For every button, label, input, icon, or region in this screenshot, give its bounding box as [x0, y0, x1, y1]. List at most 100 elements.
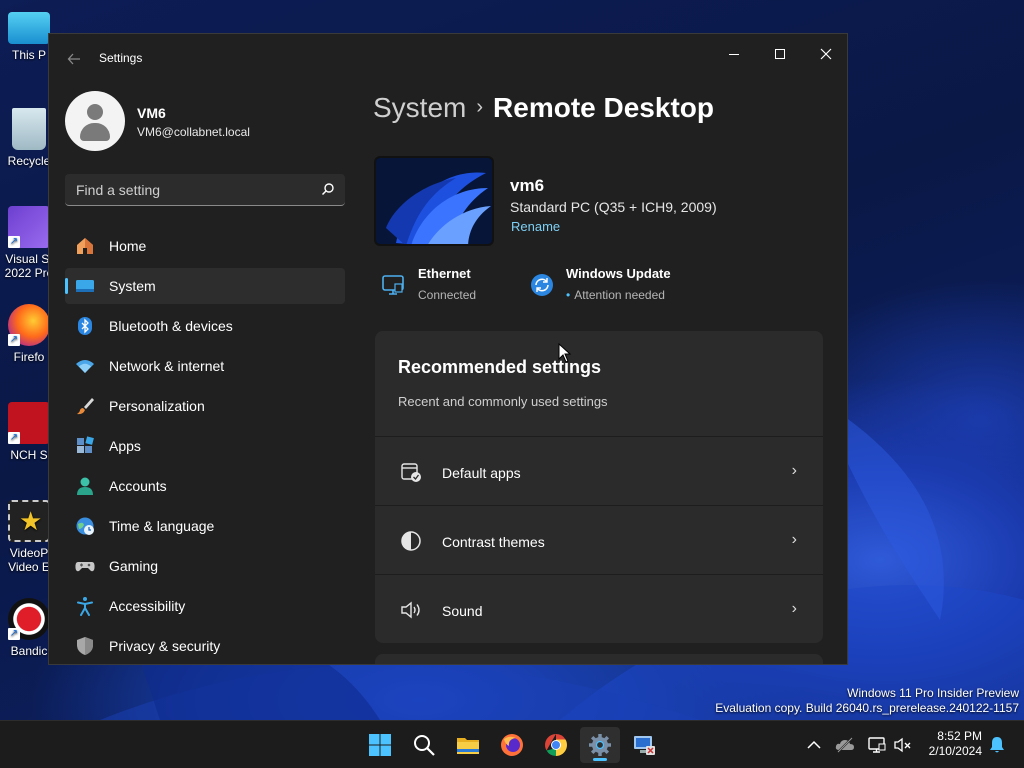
clock-time: 8:52 PM [937, 729, 982, 743]
search-input[interactable]: Find a setting [65, 174, 345, 206]
nch-icon: ↗ [8, 402, 50, 444]
sidebar-item-label: Gaming [109, 558, 159, 574]
sound-row[interactable]: Sound › [375, 574, 823, 642]
device-spec: Standard PC (Q35 + ICH9, 2009) [510, 199, 717, 215]
breadcrumb-parent[interactable]: System [373, 92, 466, 123]
back-button[interactable] [63, 48, 85, 70]
avatar-head-shape [87, 104, 103, 120]
sidebar-item-label: Accessibility [109, 598, 186, 614]
shortcut-arrow-icon: ↗ [8, 628, 20, 640]
default-apps-icon [401, 463, 421, 482]
chevron-right-icon: › [791, 531, 797, 548]
sidebar-item-accessibility[interactable]: Accessibility [65, 588, 345, 624]
taskbar-file-explorer[interactable] [448, 727, 488, 763]
chevron-right-icon: › [791, 600, 797, 617]
sidebar-item-label: Privacy & security [109, 638, 221, 654]
sidebar-item-label: Time & language [109, 518, 215, 534]
search-placeholder: Find a setting [76, 182, 161, 198]
sidebar-item-label: Accounts [109, 478, 167, 494]
taskbar-search-button[interactable] [404, 727, 444, 763]
title-bar[interactable]: Settings [49, 34, 847, 82]
taskbar-remote-desktop[interactable] [624, 727, 664, 763]
sidebar-item-network[interactable]: Network & internet [65, 348, 345, 384]
sidebar-item-bluetooth[interactable]: Bluetooth & devices [65, 308, 345, 344]
default-apps-label: Default apps [442, 465, 521, 481]
bandicam-icon: ↗ [8, 598, 50, 640]
ethernet-status[interactable]: Ethernet Connected [381, 266, 511, 306]
windows-update-status[interactable]: Windows Update • Attention needed [529, 266, 689, 306]
volume-muted-icon[interactable] [893, 735, 913, 755]
taskbar-settings[interactable] [580, 727, 620, 763]
close-button[interactable] [803, 38, 847, 68]
windows-update-title: Windows Update [566, 266, 671, 281]
gamepad-icon [75, 562, 95, 572]
recycle-bin-icon [12, 108, 46, 150]
shield-icon [77, 637, 93, 655]
taskbar: 8:52 PM 2/10/2024 [0, 720, 1024, 768]
system-icon [76, 280, 94, 292]
sidebar-item-label: Home [109, 238, 147, 254]
mouse-cursor-icon [558, 343, 572, 363]
sidebar-item-accounts[interactable]: Accounts [65, 468, 345, 504]
sidebar-item-privacy[interactable]: Privacy & security [65, 628, 345, 664]
sidebar-item-home[interactable]: Home [65, 228, 345, 264]
onedrive-icon[interactable] [835, 735, 855, 755]
sidebar-item-system[interactable]: System [65, 268, 345, 304]
taskbar-chrome[interactable] [536, 727, 576, 763]
chrome-icon [545, 734, 567, 756]
sidebar-item-time-language[interactable]: Time & language [65, 508, 345, 544]
sidebar-item-personalization[interactable]: Personalization [65, 388, 345, 424]
maximize-icon [775, 49, 785, 60]
profile-email: VM6@collabnet.local [137, 125, 250, 139]
taskbar-clock[interactable]: 8:52 PM 2/10/2024 [922, 729, 982, 759]
sidebar-item-label: Network & internet [109, 358, 225, 374]
taskbar-firefox[interactable] [492, 727, 532, 763]
clock-date: 2/10/2024 [928, 744, 982, 758]
start-button[interactable] [360, 727, 400, 763]
videopad-icon: ★ [8, 500, 50, 542]
maximize-button[interactable] [757, 38, 803, 68]
network-icon[interactable] [867, 735, 887, 755]
minimize-icon [729, 53, 739, 55]
sidebar-item-apps[interactable]: Apps [65, 428, 345, 464]
windows-logo-icon [369, 734, 391, 756]
contrast-themes-row[interactable]: Contrast themes › [375, 505, 823, 573]
visual-studio-icon: ↗ [8, 206, 50, 248]
sidebar-item-label: Bluetooth & devices [109, 318, 233, 334]
sidebar-item-label: Personalization [109, 398, 205, 414]
speaker-icon [401, 601, 420, 619]
breadcrumb: System › Remote Desktop [373, 92, 714, 124]
notification-bell-icon[interactable] [987, 735, 1007, 755]
device-wallpaper-thumbnail [374, 156, 494, 246]
rename-link[interactable]: Rename [511, 219, 560, 234]
contrast-icon [401, 531, 421, 551]
firefox-icon: ↗ [8, 304, 50, 346]
minimize-button[interactable] [711, 38, 757, 68]
back-arrow-icon [67, 53, 80, 65]
windows-update-sub: Attention needed [574, 288, 665, 302]
sidebar-item-label: System [109, 278, 156, 294]
sidebar-item-gaming[interactable]: Gaming [65, 548, 345, 584]
shortcut-arrow-icon: ↗ [8, 432, 20, 444]
breadcrumb-separator-icon: › [476, 96, 484, 118]
bluetooth-icon [78, 317, 92, 335]
firefox-icon [501, 734, 523, 756]
search-icon [321, 183, 334, 196]
default-apps-row[interactable]: Default apps › [375, 436, 823, 504]
chevron-right-icon: › [791, 462, 797, 479]
settings-window: Settings VM6 VM6@collabnet.local Find a … [48, 33, 848, 665]
contrast-themes-label: Contrast themes [442, 534, 545, 550]
ethernet-status-text: Connected [418, 288, 477, 302]
close-icon [820, 48, 832, 60]
chevron-up-icon[interactable] [804, 735, 824, 755]
windows-update-status-text: • Attention needed [566, 288, 665, 302]
globe-clock-icon [76, 517, 94, 535]
monitor-icon [8, 12, 50, 44]
ethernet-icon [382, 275, 404, 295]
apps-icon [77, 436, 94, 453]
shortcut-arrow-icon: ↗ [8, 236, 20, 248]
avatar[interactable] [65, 91, 125, 151]
window-title: Settings [99, 51, 143, 65]
profile-name: VM6 [137, 105, 166, 121]
sound-label: Sound [442, 603, 483, 619]
